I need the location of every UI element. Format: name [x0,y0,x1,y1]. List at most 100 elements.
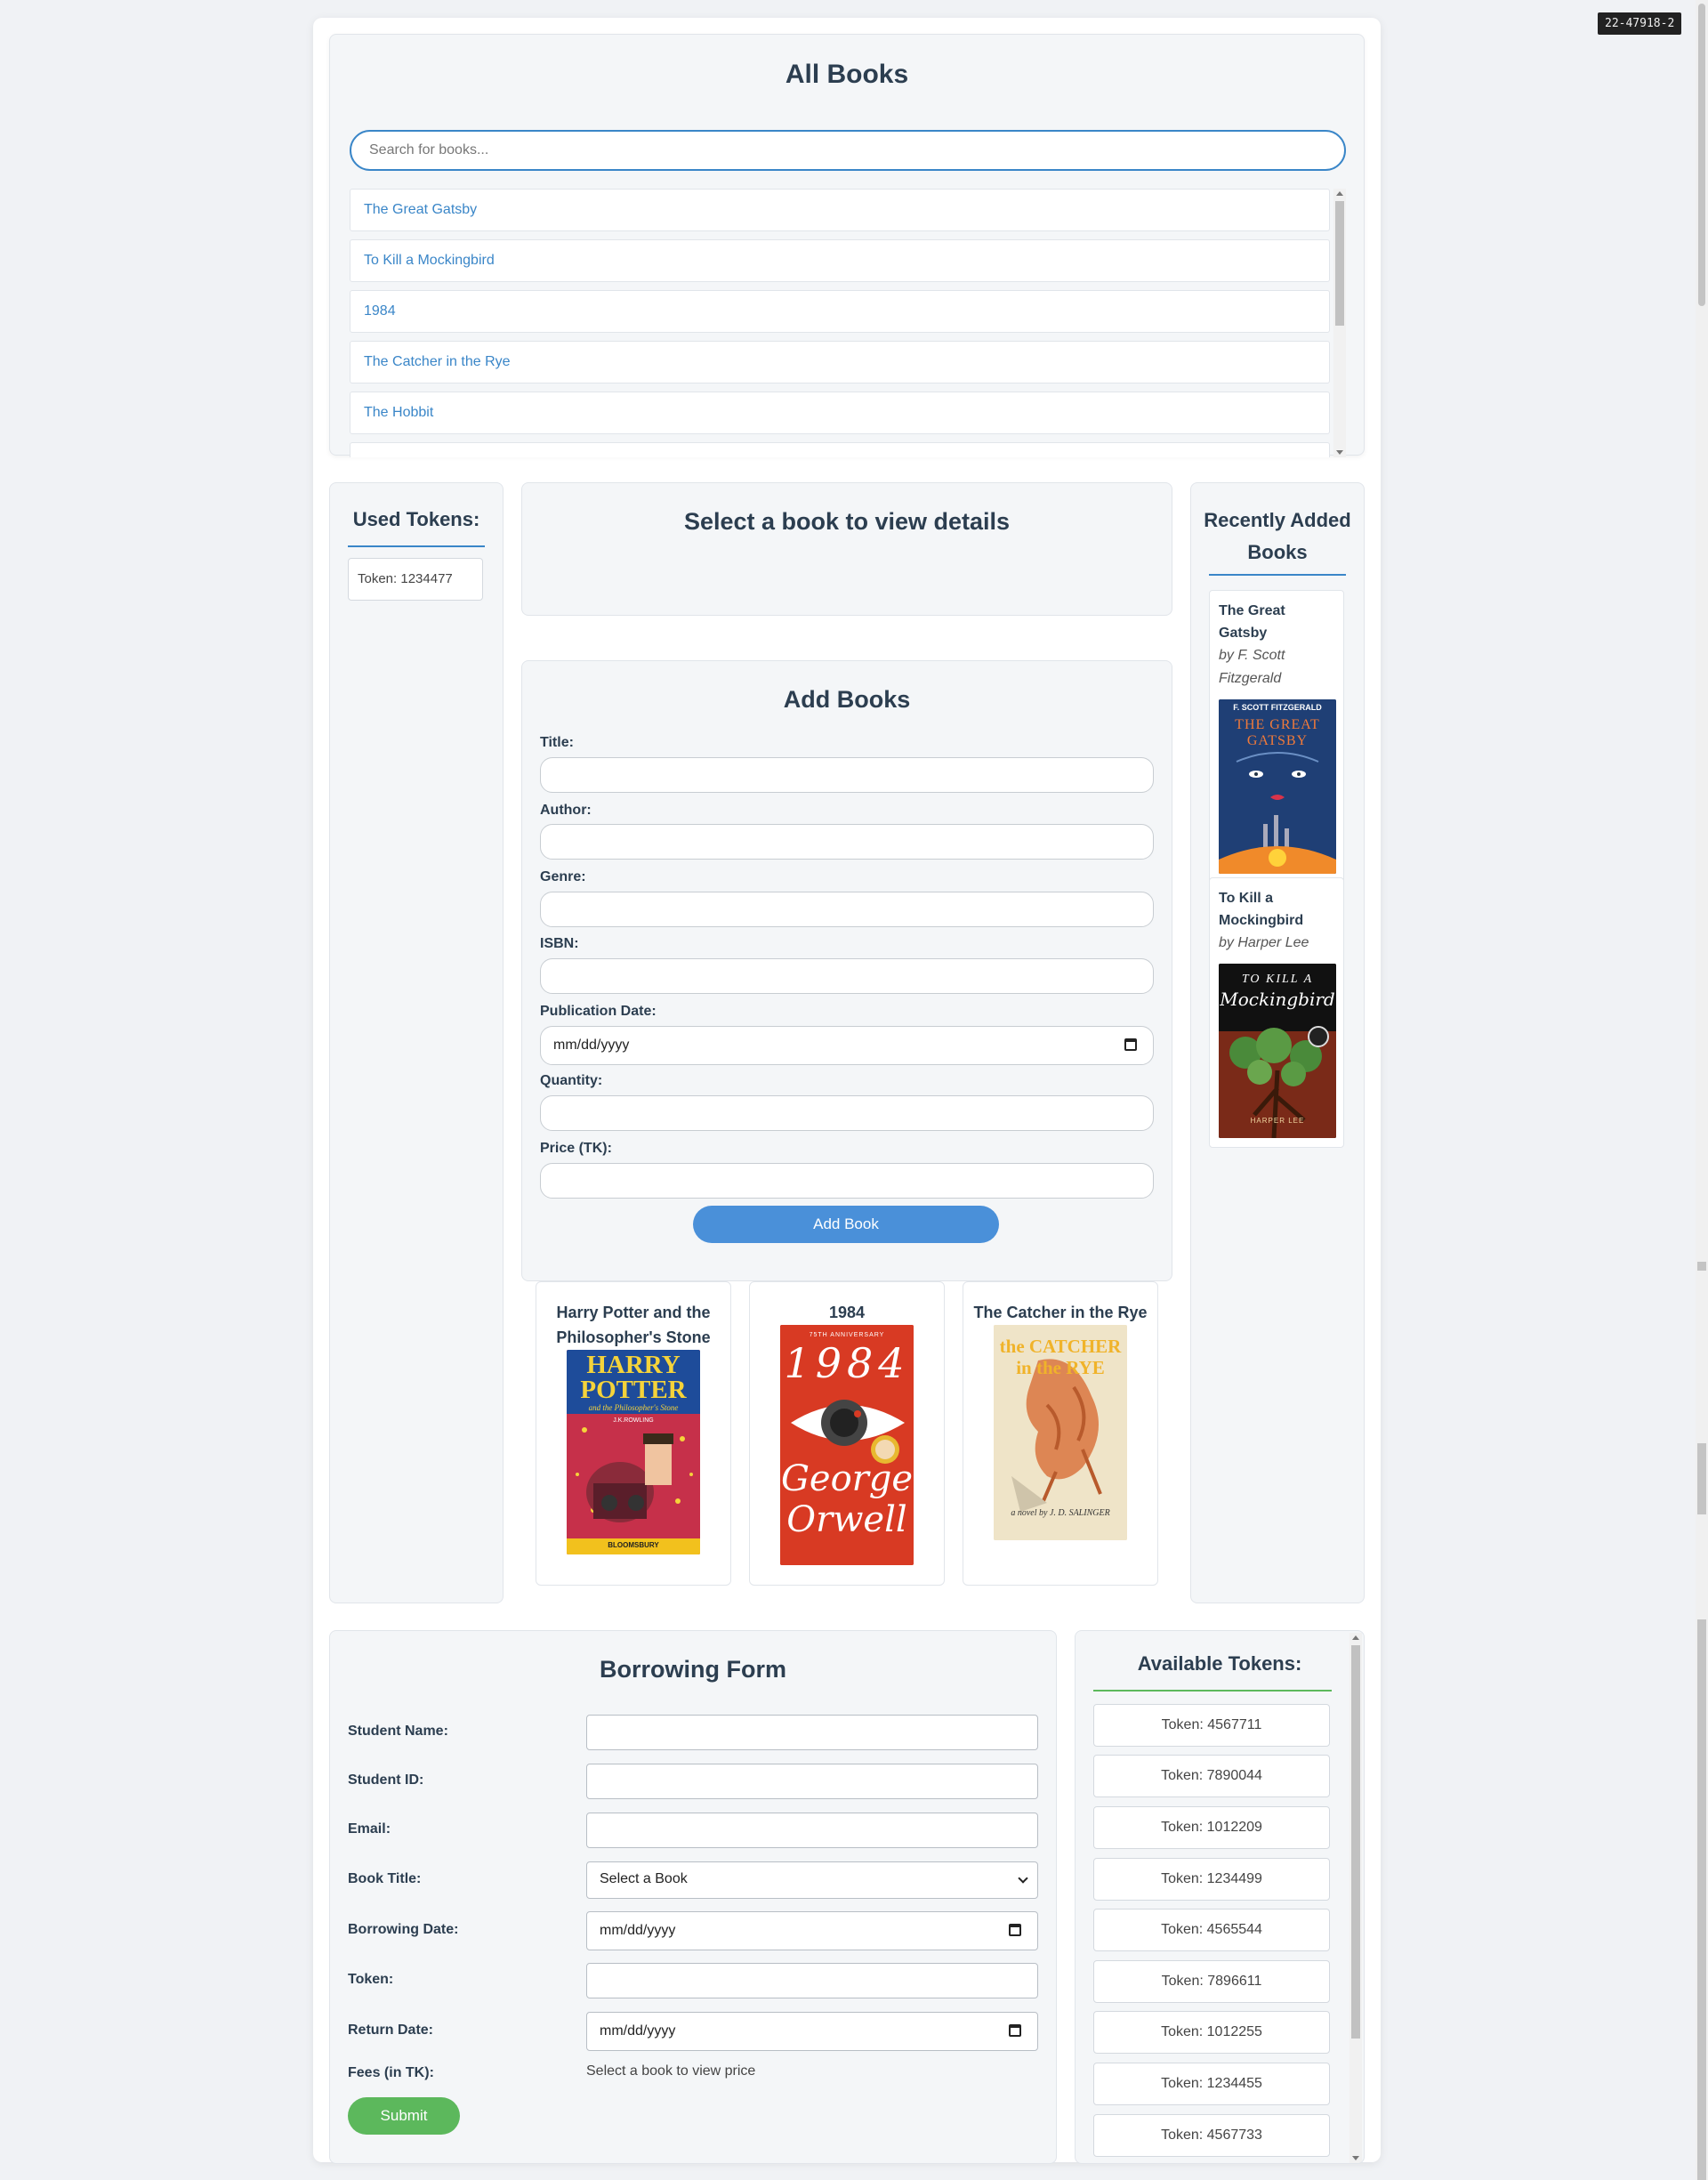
calendar-icon[interactable] [1009,1924,1021,1936]
available-token[interactable]: Token: 4567711 [1093,1704,1330,1747]
return-date-input[interactable]: mm/dd/yyyy [586,2012,1038,2051]
all-books-section: All Books The Great Gatsby To Kill a Moc… [329,34,1365,457]
book-details-panel: Select a book to view details [521,482,1172,616]
featured-book-title: 1984 [828,1304,866,1321]
publication-date-label: Publication Date: [540,1004,657,1019]
publication-date-input[interactable]: mm/dd/yyyy [540,1026,1154,1065]
book-title-select-value: Select a Book [600,1871,688,1886]
featured-book-card[interactable]: 1984 75TH ANNIVERSARY 1984 George Orwell [749,1281,945,1586]
catcher-cover-title-2: in the RYE [1016,1357,1105,1378]
1984-cover-banner: 75TH ANNIVERSARY [809,1332,885,1338]
borrowing-date-placeholder: mm/dd/yyyy [600,1923,676,1938]
token-label: Token: [348,1972,394,1987]
genre-input[interactable] [540,892,1154,927]
book-list-item[interactable]: The Hobbit [350,392,1330,434]
scroll-up-arrow-icon[interactable] [1352,1635,1359,1640]
available-tokens-divider [1093,1690,1332,1692]
book-list-item[interactable]: The Catcher in the Rye [350,341,1330,384]
email-label: Email: [348,1821,391,1837]
page-id-badge: 22-47918-2 [1598,12,1682,35]
search-input[interactable] [350,130,1346,171]
recent-book-card[interactable]: The Great Gatsby by F. Scott Fitzgerald … [1209,590,1344,884]
title-input[interactable] [540,757,1154,793]
recent-book-card[interactable]: To Kill a Mockingbird by Harper Lee TO K… [1209,877,1344,1148]
submit-button[interactable]: Submit [348,2097,460,2135]
borrowing-form: Borrowing Form Student Name: Student ID:… [329,1630,1057,2164]
great-gatsby-cover-title-2: GATSBY [1246,733,1309,748]
isbn-label: ISBN: [540,936,579,951]
available-token[interactable]: Token: 7896611 [1093,1960,1330,2003]
book-list-item-partial[interactable] [350,442,1330,457]
quantity-input[interactable] [540,1095,1154,1131]
main-container: All Books The Great Gatsby To Kill a Moc… [313,18,1381,2164]
author-input[interactable] [540,824,1154,860]
book-list-item[interactable]: To Kill a Mockingbird [350,239,1330,282]
page-scrollbar[interactable] [1696,0,1708,2180]
student-name-label: Student Name: [348,1724,448,1739]
featured-book-card[interactable]: Harry Potter and the Philosopher's Stone… [536,1281,731,1586]
student-name-input[interactable] [586,1715,1038,1750]
great-gatsby-cover-author: F. SCOTT FITZGERALD [1233,703,1322,712]
book-details-title: Select a book to view details [683,508,1011,535]
fees-value: Select a book to view price [586,2063,756,2079]
great-gatsby-cover: F. SCOTT FITZGERALD THE GREAT GATSBY [1219,699,1336,874]
tokens-scrollbar-thumb[interactable] [1351,1645,1360,2039]
available-token[interactable]: Token: 1012255 [1093,2011,1330,2054]
page-scrollbar-thumb[interactable] [1698,4,1705,306]
calendar-icon[interactable] [1124,1038,1137,1051]
mockingbird-cover-title-2: Mockingbird [1220,989,1335,1010]
book-list-scrollbar-thumb[interactable] [1335,201,1344,326]
scroll-down-arrow-icon[interactable] [1336,450,1343,455]
available-token[interactable]: Token: 7890044 [1093,1755,1330,1797]
quantity-label: Quantity: [540,1073,603,1088]
available-token[interactable]: Token: 1012209 [1093,1806,1330,1849]
book-list-scrollbar[interactable] [1333,189,1346,457]
1984-cover-author-last: Orwell [786,1499,907,1540]
book-list-item[interactable]: The Great Gatsby [350,189,1330,231]
available-token[interactable]: Token: 4567733 [1093,2114,1330,2157]
borrowing-date-input[interactable]: mm/dd/yyyy [586,1911,1038,1950]
add-books-form: Add Books Title: Author: Genre: ISBN: Pu… [521,660,1172,1281]
student-id-label: Student ID: [348,1772,424,1788]
book-list-item[interactable]: 1984 [350,290,1330,333]
used-tokens-panel: Used Tokens: Token: 1234477 [329,482,504,1603]
add-book-button[interactable]: Add Book [693,1206,999,1243]
mockingbird-cover-author: HARPER LEE [1250,1117,1305,1125]
book-list[interactable]: The Great Gatsby To Kill a Mockingbird 1… [350,189,1346,457]
available-token[interactable]: Token: 4565544 [1093,1909,1330,1951]
scroll-up-arrow-icon[interactable] [1336,191,1343,196]
harry-potter-cover-title-2: POTTER [580,1376,687,1404]
available-token[interactable]: Token: 1234455 [1093,2063,1330,2105]
email-input[interactable] [586,1813,1038,1848]
price-input[interactable] [540,1163,1154,1199]
price-label: Price (TK): [540,1141,612,1156]
used-tokens-title: Used Tokens: [352,508,480,530]
available-tokens-panel: Available Tokens: Token: 4567711 Token: … [1075,1630,1365,2164]
1984-cover: 75TH ANNIVERSARY 1984 George Orwell [780,1325,914,1565]
harry-potter-cover-publisher: BLOOMSBURY [608,1541,659,1549]
author-label: Author: [540,803,592,818]
token-input[interactable] [586,1963,1038,1998]
calendar-icon[interactable] [1009,2024,1021,2037]
chevron-down-icon[interactable] [1018,1873,1028,1884]
book-title-select[interactable]: Select a Book [586,1861,1038,1899]
available-tokens-title: Available Tokens: [1137,1652,1302,1675]
available-token[interactable]: Token: 1234499 [1093,1858,1330,1901]
book-title-label: Book Title: [348,1871,422,1886]
student-id-input[interactable] [586,1764,1038,1799]
scroll-down-arrow-icon[interactable] [1352,2156,1359,2160]
harry-potter-cover-subtitle: and the Philosopher's Stone [588,1403,679,1412]
featured-book-title: The Catcher in the Rye [973,1304,1148,1321]
recent-book-author: by Harper Lee [1219,935,1309,950]
great-gatsby-cover-title-1: THE GREAT [1235,717,1320,732]
tokens-scrollbar[interactable] [1349,1633,1362,2163]
1984-cover-number: 1984 [784,1339,910,1387]
featured-book-title: Harry Potter and the Philosopher's Stone [556,1304,711,1346]
fees-label: Fees (in TK): [348,2065,434,2080]
featured-book-card[interactable]: The Catcher in the Rye the CATCHER in th… [963,1281,1158,1586]
isbn-input[interactable] [540,958,1154,994]
harry-potter-cover-author: J.K.ROWLING [613,1417,654,1424]
recent-book-title: To Kill a Mockingbird [1219,891,1304,928]
1984-cover-author-first: George [780,1458,914,1499]
return-date-label: Return Date: [348,2023,434,2038]
